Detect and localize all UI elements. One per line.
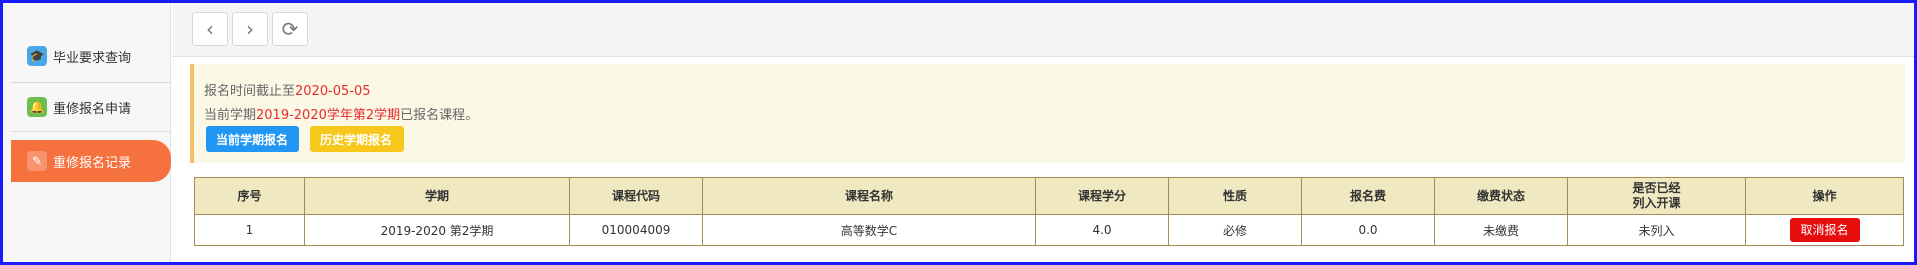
col-header-seq: 序号	[194, 177, 305, 215]
bell-icon: 🔔	[27, 97, 47, 117]
forward-button[interactable]: ›	[232, 12, 268, 46]
refresh-icon: ⟳	[281, 17, 299, 41]
table-row: 1 2019-2020 第2学期 010004009 高等数学C 4.0 必修 …	[194, 214, 1904, 246]
chevron-right-icon: ›	[246, 17, 254, 41]
table-header-row: 序号 学期 课程代码 课程名称 课程学分 性质 报名费 缴费状态 是否已经 列入…	[194, 177, 1904, 215]
graduation-cap-icon: 🎓	[27, 46, 47, 66]
current-term-value: 2019-2020学年第2学期	[256, 108, 401, 123]
current-term-registration-button[interactable]: 当前学期报名	[206, 126, 299, 152]
refresh-button[interactable]: ⟳	[272, 12, 308, 46]
cell-course-code: 010004009	[569, 214, 703, 246]
col-header-course-name: 课程名称	[702, 177, 1036, 215]
sidebar-item-graduation-requirements[interactable]: 🎓 毕业要求查询	[11, 35, 171, 77]
col-header-action: 操作	[1745, 177, 1904, 215]
col-header-fee: 报名费	[1301, 177, 1435, 215]
notice-box: 报名时间截止至2020-05-05 当前学期2019-2020学年第2学期已报名…	[190, 64, 1905, 163]
app-frame: 🎓 毕业要求查询 🔔 重修报名申请 ✎ 重修报名记录 ‹ › ⟳ 报名时间截止至…	[0, 0, 1917, 265]
sidebar-item-label: 重修报名记录	[53, 155, 132, 171]
sidebar-item-retake-records[interactable]: ✎ 重修报名记录	[11, 140, 171, 182]
col-header-term: 学期	[304, 177, 570, 215]
top-toolbar: ‹ › ⟳	[172, 3, 1914, 57]
current-term-text: 当前学期2019-2020学年第2学期已报名课程。	[204, 108, 479, 123]
sidebar-item-label: 毕业要求查询	[53, 50, 132, 66]
cell-course-name: 高等数学C	[702, 214, 1036, 246]
cancel-registration-button[interactable]: 取消报名	[1789, 218, 1860, 242]
col-header-scheduled: 是否已经 列入开课	[1567, 177, 1746, 215]
cell-payment-status: 未缴费	[1434, 214, 1568, 246]
deadline-date: 2020-05-05	[295, 84, 371, 99]
cell-seq: 1	[194, 214, 305, 246]
col-header-payment-status: 缴费状态	[1434, 177, 1568, 215]
col-header-credits: 课程学分	[1035, 177, 1169, 215]
col-header-nature: 性质	[1168, 177, 1302, 215]
cell-fee: 0.0	[1301, 214, 1435, 246]
history-term-registration-button[interactable]: 历史学期报名	[310, 126, 404, 152]
pencil-icon: ✎	[27, 151, 47, 171]
sidebar-item-label: 重修报名申请	[53, 101, 132, 117]
cell-scheduled: 未列入	[1567, 214, 1746, 246]
back-button[interactable]: ‹	[192, 12, 228, 46]
deadline-text: 报名时间截止至2020-05-05	[204, 84, 371, 99]
cell-credits: 4.0	[1035, 214, 1169, 246]
chevron-left-icon: ‹	[206, 17, 214, 41]
cell-nature: 必修	[1168, 214, 1302, 246]
sidebar: 🎓 毕业要求查询 🔔 重修报名申请 ✎ 重修报名记录	[3, 3, 171, 262]
cell-term: 2019-2020 第2学期	[304, 214, 570, 246]
sidebar-item-retake-application[interactable]: 🔔 重修报名申请	[11, 82, 171, 132]
cell-action: 取消报名	[1745, 214, 1904, 246]
col-header-course-code: 课程代码	[569, 177, 703, 215]
registration-records-table: 序号 学期 课程代码 课程名称 课程学分 性质 报名费 缴费状态 是否已经 列入…	[194, 177, 1904, 246]
